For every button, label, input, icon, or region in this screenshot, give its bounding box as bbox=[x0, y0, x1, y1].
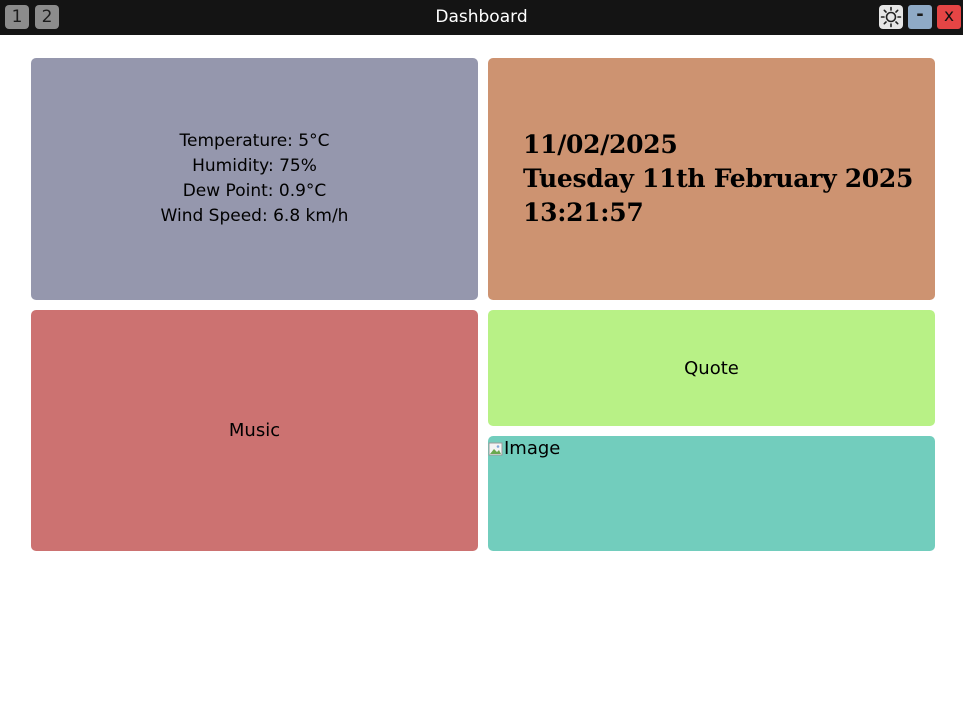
workspace-2-button[interactable]: 2 bbox=[35, 5, 59, 29]
window-title: Dashboard bbox=[435, 7, 528, 27]
title-bar: Dashboard 1 2 - x bbox=[0, 0, 963, 35]
music-tile[interactable]: Music bbox=[31, 310, 478, 551]
close-button[interactable]: x bbox=[937, 5, 961, 29]
workspace-1-button[interactable]: 1 bbox=[5, 5, 29, 29]
music-label: Music bbox=[228, 420, 281, 441]
image-tile: Image bbox=[488, 436, 935, 551]
temperature-text: Temperature: 5°C bbox=[179, 131, 330, 151]
wind-speed-text: Wind Speed: 6.8 km/h bbox=[160, 206, 349, 226]
minimize-button[interactable]: - bbox=[908, 5, 932, 29]
long-date-text: Tuesday 11th February 2025 bbox=[523, 164, 914, 193]
short-date-text: 11/02/2025 bbox=[523, 130, 678, 159]
clock-time-text: 13:21:57 bbox=[523, 198, 644, 227]
sun-icon bbox=[880, 6, 902, 28]
quote-label: Quote bbox=[684, 357, 739, 379]
image-alt-text: Image bbox=[504, 438, 561, 459]
broken-image-icon bbox=[488, 441, 504, 457]
weather-tile: Temperature: 5°C Humidity: 75% Dew Point… bbox=[31, 58, 478, 300]
datetime-tile: 11/02/2025 Tuesday 11th February 2025 13… bbox=[488, 58, 935, 300]
quote-tile[interactable]: Quote bbox=[488, 310, 935, 426]
broken-image: Image bbox=[488, 438, 560, 459]
dew-point-text: Dew Point: 0.9°C bbox=[182, 181, 327, 201]
theme-toggle-button[interactable] bbox=[879, 5, 903, 29]
humidity-text: Humidity: 75% bbox=[192, 156, 317, 176]
